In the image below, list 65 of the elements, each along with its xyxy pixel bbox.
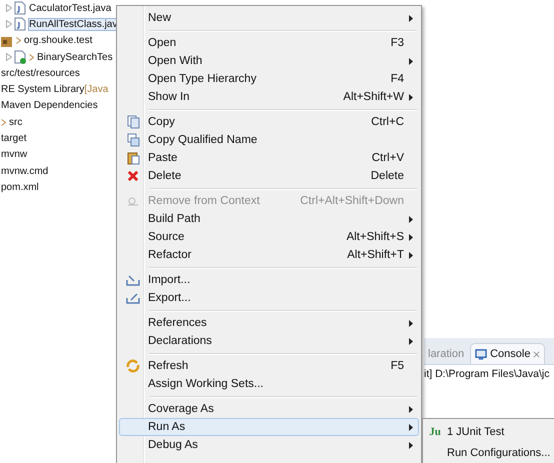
menu-item[interactable]: Build Path <box>119 210 419 228</box>
export-icon <box>126 292 140 304</box>
chevron-icon <box>29 54 34 61</box>
clipboard-icon <box>126 151 140 165</box>
submenu-arrow-icon <box>409 252 413 258</box>
delete-icon <box>127 170 139 182</box>
refresh-icon <box>126 359 140 373</box>
tree-item[interactable]: BinarySearchTes <box>36 50 114 64</box>
menu-item[interactable]: Source Alt+Shift+S <box>119 228 419 246</box>
submenu-arrow-icon <box>409 442 413 448</box>
tree-item[interactable]: pom.xml <box>0 180 40 194</box>
menu-item[interactable]: Paste Ctrl+V <box>119 149 419 167</box>
menu-item[interactable]: Import... <box>119 271 419 289</box>
tree-item[interactable]: mvnw.cmd <box>0 164 50 178</box>
menu-item[interactable]: Open Type Hierarchy F4 <box>119 70 419 88</box>
monitor-icon <box>475 348 488 360</box>
menu-item[interactable]: Run Configurations... <box>423 442 554 463</box>
menu-item[interactable]: Delete Delete <box>119 167 419 185</box>
tree-item[interactable]: target <box>0 132 28 146</box>
tree-item[interactable]: RE System Library[Java <box>0 83 110 96</box>
submenu-arrow-icon <box>409 58 413 64</box>
menu-item[interactable]: New <box>119 9 419 27</box>
menu-item[interactable]: Ju 1 JUnit Test <box>423 421 554 442</box>
tree-item[interactable]: src/test/resources <box>0 66 81 80</box>
tree-item[interactable]: src <box>8 116 24 129</box>
menu-item[interactable]: Debug As <box>119 436 419 454</box>
chevron-icon <box>16 37 21 44</box>
remove-icon <box>127 196 139 206</box>
close-icon[interactable] <box>533 350 540 358</box>
tree-item[interactable]: mvnw <box>0 148 28 162</box>
tree-item[interactable]: CaculatorTest.java <box>28 2 112 15</box>
menu-item[interactable]: Copy Qualified Name <box>119 131 419 149</box>
view-tab[interactable]: Console <box>470 343 546 364</box>
menu-item[interactable]: Refresh F5 <box>119 357 419 375</box>
expand-icon[interactable] <box>6 53 12 62</box>
menu-item[interactable]: References <box>119 314 419 332</box>
menu-item[interactable]: Open With <box>119 52 419 70</box>
submenu-arrow-icon <box>409 424 413 430</box>
chevron-icon <box>1 118 6 126</box>
menu-item[interactable]: Declarations <box>119 332 419 350</box>
submenu-arrow-icon <box>409 94 413 100</box>
copy-icon <box>126 115 140 129</box>
menu-item[interactable]: Coverage As <box>119 400 419 418</box>
java-file-icon <box>13 17 27 32</box>
menu-item[interactable]: Assign Working Sets... <box>119 375 419 393</box>
tree-item[interactable]: org.shouke.test <box>23 34 94 48</box>
tree-item[interactable]: RunAllTestClass.jav <box>28 18 118 31</box>
menu-item[interactable]: Export... <box>119 289 419 307</box>
submenu-arrow-icon <box>409 216 413 222</box>
menu-item[interactable]: Show In Alt+Shift+W <box>119 88 419 106</box>
menu-item[interactable]: Run As <box>119 418 419 436</box>
submenu-arrow-icon <box>409 320 413 326</box>
submenu-arrow-icon <box>409 406 413 412</box>
menu-item[interactable]: Copy Ctrl+C <box>119 113 419 131</box>
junit-icon: Ju <box>429 426 441 438</box>
import-icon <box>126 274 140 286</box>
java-file-icon <box>13 50 27 64</box>
submenu-arrow-icon <box>409 14 413 22</box>
menu-item[interactable]: Open F3 <box>119 34 419 52</box>
submenu-arrow-icon <box>409 234 413 240</box>
menu-item[interactable]: Refactor Alt+Shift+T <box>119 246 419 264</box>
copy-icon <box>126 133 140 147</box>
console-path-text: it] D:\Program Files\Java\jc <box>424 367 550 380</box>
tree-item[interactable]: Maven Dependencies <box>0 99 99 112</box>
submenu-arrow-icon <box>409 338 413 344</box>
